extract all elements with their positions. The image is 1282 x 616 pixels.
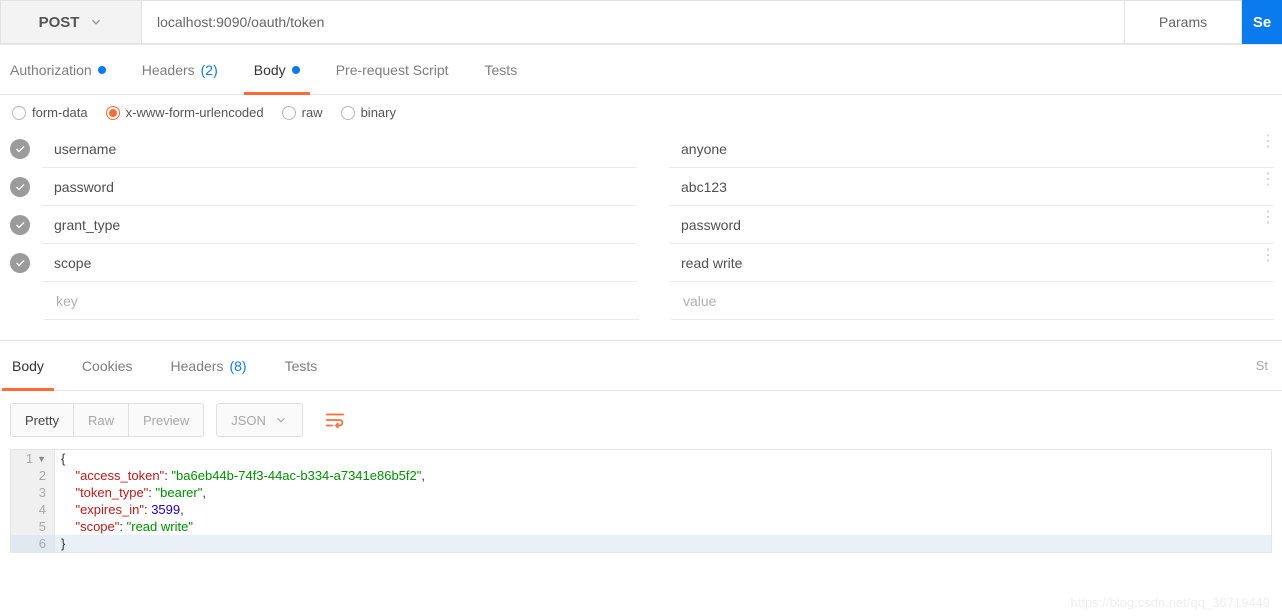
value-input[interactable]: abc123⋮	[669, 169, 1274, 206]
form-row-empty: key value	[8, 282, 1274, 320]
status-label: St	[1256, 358, 1272, 373]
value-input[interactable]: password⋮	[669, 207, 1274, 244]
value-input[interactable]: read write⋮	[669, 245, 1274, 282]
request-tabs: Authorization Headers (2) Body Pre-reque…	[0, 45, 1282, 95]
row-menu-icon[interactable]: ⋮	[1260, 215, 1276, 220]
http-method-dropdown[interactable]: POST	[0, 0, 142, 44]
language-dropdown[interactable]: JSON	[216, 403, 303, 437]
key-input[interactable]: key	[44, 283, 639, 320]
tab-label: Headers	[171, 358, 224, 374]
check-icon	[14, 257, 26, 269]
view-preview-button[interactable]: Preview	[129, 404, 203, 436]
tab-body[interactable]: Body	[252, 45, 302, 94]
row-menu-icon[interactable]: ⋮	[1260, 177, 1276, 182]
form-row: password abc123⋮	[8, 168, 1274, 206]
radio-icon	[12, 106, 26, 120]
chevron-down-icon	[89, 15, 103, 29]
headers-count: (2)	[201, 62, 218, 78]
watermark: https://blog.csdn.net/qq_36719449	[1071, 595, 1271, 610]
headers-count: (8)	[229, 358, 246, 374]
radio-urlencoded[interactable]: x-www-form-urlencoded	[106, 105, 264, 120]
tab-authorization[interactable]: Authorization	[8, 45, 108, 94]
row-checkbox[interactable]	[10, 139, 30, 159]
response-toolbar: Pretty Raw Preview JSON	[0, 391, 1282, 449]
response-tabs: Body Cookies Headers (8) Tests St	[0, 341, 1282, 391]
tab-tests[interactable]: Tests	[483, 45, 520, 94]
chevron-down-icon	[274, 413, 288, 427]
body-type-selector: form-data x-www-form-urlencoded raw bina…	[0, 95, 1282, 130]
resp-tab-body[interactable]: Body	[10, 341, 46, 390]
radio-icon	[282, 106, 296, 120]
row-menu-icon[interactable]: ⋮	[1260, 139, 1276, 144]
response-body-editor[interactable]: 1▼{ 2 "access_token": "ba6eb44b-74f3-44a…	[10, 449, 1272, 553]
form-row: username anyone⋮	[8, 130, 1274, 168]
wrap-lines-button[interactable]	[315, 403, 355, 437]
key-input[interactable]: password	[42, 169, 637, 206]
resp-tab-headers[interactable]: Headers (8)	[169, 341, 249, 390]
radio-icon	[106, 106, 120, 120]
radio-label: raw	[302, 105, 323, 120]
indicator-dot-icon	[292, 66, 300, 74]
view-raw-button[interactable]: Raw	[74, 404, 129, 436]
row-menu-icon[interactable]: ⋮	[1260, 253, 1276, 258]
radio-label: form-data	[32, 105, 88, 120]
wrap-icon	[324, 409, 346, 431]
tab-label: Headers	[142, 62, 195, 78]
params-button[interactable]: Params	[1125, 0, 1242, 44]
tab-label: Tests	[485, 62, 518, 78]
tab-label: Tests	[285, 358, 318, 374]
tab-label: Body	[12, 358, 44, 374]
form-params: username anyone⋮ password abc123⋮ grant_…	[0, 130, 1282, 332]
fold-icon[interactable]: ▼	[37, 454, 46, 464]
radio-label: binary	[361, 105, 396, 120]
key-input[interactable]: username	[42, 131, 637, 168]
radio-form-data[interactable]: form-data	[12, 105, 88, 120]
json-value: "read write"	[127, 519, 193, 534]
tab-label: Cookies	[82, 358, 133, 374]
row-checkbox[interactable]	[10, 177, 30, 197]
tab-label: Authorization	[10, 62, 92, 78]
indicator-dot-icon	[98, 66, 106, 74]
send-button[interactable]: Se	[1242, 0, 1282, 44]
radio-icon	[341, 106, 355, 120]
tab-label: Pre-request Script	[336, 62, 449, 78]
check-icon	[14, 143, 26, 155]
json-value: "bearer"	[156, 485, 203, 500]
view-pretty-button[interactable]: Pretty	[11, 404, 74, 436]
resp-tab-tests[interactable]: Tests	[283, 341, 320, 390]
row-checkbox[interactable]	[10, 215, 30, 235]
resp-tab-cookies[interactable]: Cookies	[80, 341, 135, 390]
tab-headers[interactable]: Headers (2)	[140, 45, 220, 94]
json-value: 3599	[151, 502, 180, 517]
value-input[interactable]: anyone⋮	[669, 131, 1274, 168]
form-row: scope read write⋮	[8, 244, 1274, 282]
radio-raw[interactable]: raw	[282, 105, 323, 120]
http-method-label: POST	[39, 14, 80, 31]
request-bar: POST localhost:9090/oauth/token Params S…	[0, 0, 1282, 45]
key-input[interactable]: scope	[42, 245, 637, 282]
language-label: JSON	[231, 413, 266, 428]
radio-label: x-www-form-urlencoded	[126, 105, 264, 120]
key-input[interactable]: grant_type	[42, 207, 637, 244]
view-mode-group: Pretty Raw Preview	[10, 403, 204, 437]
tab-prerequest[interactable]: Pre-request Script	[334, 45, 451, 94]
check-icon	[14, 181, 26, 193]
url-input[interactable]: localhost:9090/oauth/token	[142, 0, 1125, 44]
check-icon	[14, 219, 26, 231]
row-checkbox[interactable]	[10, 253, 30, 273]
tab-label: Body	[254, 62, 286, 78]
radio-binary[interactable]: binary	[341, 105, 396, 120]
value-input[interactable]: value	[671, 283, 1274, 320]
form-row: grant_type password⋮	[8, 206, 1274, 244]
json-value: "ba6eb44b-74f3-44ac-b334-a7341e86b5f2"	[171, 468, 421, 483]
